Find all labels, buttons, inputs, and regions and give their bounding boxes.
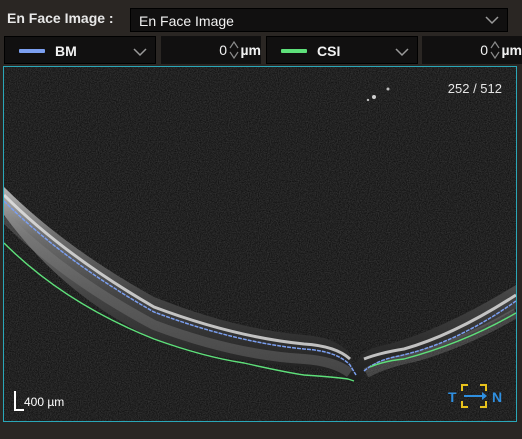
enface-image-value: En Face Image [139, 13, 234, 29]
layer-toolbar: BM 0 µm CSI 0 µm [0, 36, 522, 64]
chevron-down-icon [485, 16, 499, 25]
top-offset-spinner-icon[interactable] [229, 38, 239, 62]
slice-counter: 252 / 512 [447, 81, 502, 96]
orientation-arrow-icon [461, 384, 487, 408]
scale-bar-vertical [14, 391, 16, 411]
top-layer-select[interactable]: BM [4, 36, 156, 64]
bottom-layer-select[interactable]: CSI [266, 36, 418, 64]
bottom-layer-color-swatch [281, 49, 307, 53]
enface-toolbar: En Face Image : En Face Image [0, 6, 522, 32]
chevron-down-icon [395, 48, 409, 57]
scale-bar-label: 400 µm [24, 395, 65, 409]
orientation-indicator: T N [448, 384, 502, 408]
orientation-right-label: N [492, 389, 502, 405]
enface-label: En Face Image : [7, 10, 114, 26]
top-layer-color-swatch [19, 49, 45, 53]
top-layer-offset-field[interactable]: 0 µm [161, 36, 261, 64]
bottom-offset-spinner-icon[interactable] [490, 38, 500, 62]
scale-bar-horizontal [14, 409, 24, 411]
bottom-layer-name: CSI [317, 43, 341, 59]
chevron-down-icon [133, 48, 147, 57]
oct-bscan-image [4, 67, 516, 421]
bottom-layer-offset-value: 0 [480, 42, 488, 58]
top-layer-name: BM [55, 43, 77, 59]
top-layer-offset-unit: µm [240, 42, 261, 58]
top-layer-offset-value: 0 [219, 42, 227, 58]
enface-image-select[interactable]: En Face Image [130, 8, 508, 32]
bottom-layer-offset-unit: µm [501, 42, 522, 58]
bottom-layer-offset-field[interactable]: 0 µm [422, 36, 522, 64]
oct-bscan-viewer[interactable]: 252 / 512 400 µm T N [3, 66, 517, 422]
orientation-left-label: T [448, 389, 457, 405]
